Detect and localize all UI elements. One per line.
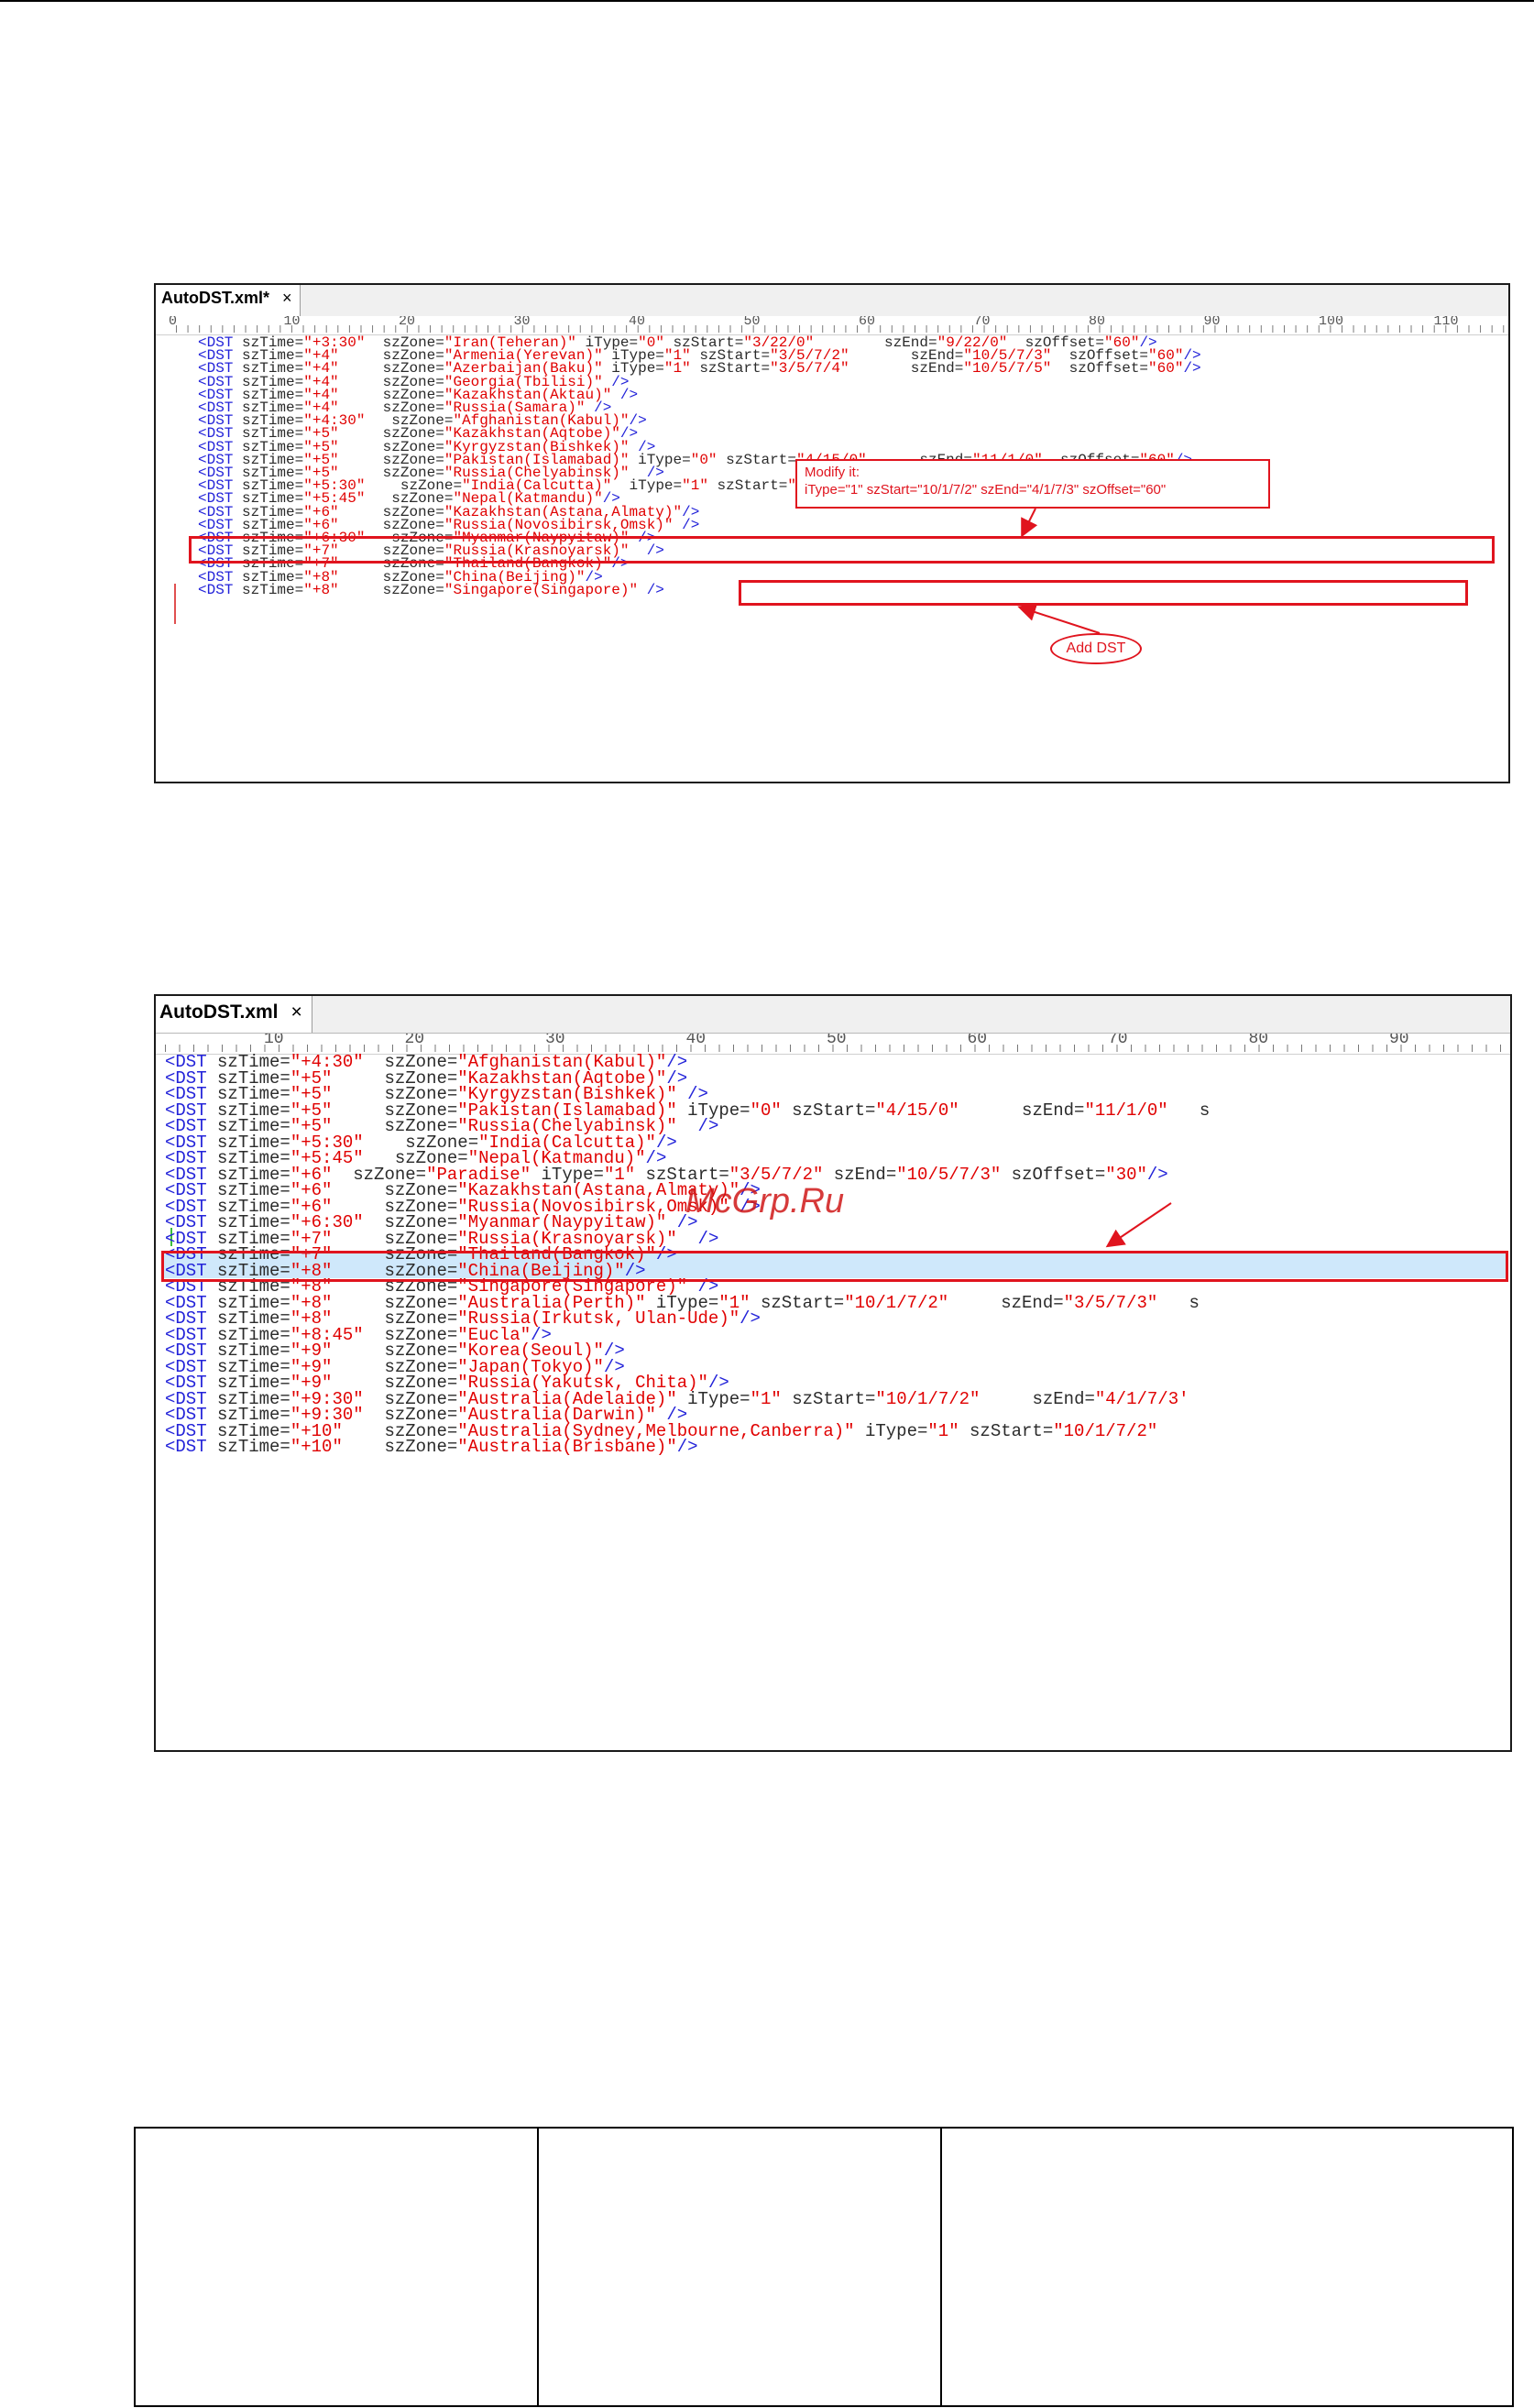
table-cell <box>539 2129 942 2405</box>
code-token: /> <box>638 581 664 598</box>
editor-screenshot-1: AutoDST.xml* × 0 10 20 30 40 50 60 70 80 90 100 110 … <box>154 283 1510 783</box>
india-dst-highlight-box <box>739 580 1468 606</box>
ruler-number: 70 <box>1108 1034 1128 1048</box>
page-top-rule <box>0 0 1534 2</box>
tab-bar: AutoDST.xml* × <box>156 285 1508 317</box>
code-token: iType= <box>676 1388 751 1409</box>
code-token: szOffset= <box>1001 1164 1106 1185</box>
ruler-number: 80 <box>1248 1034 1269 1048</box>
ruler-number: 80 <box>1089 316 1106 329</box>
code-token: "10/5/7/3" <box>896 1164 1002 1185</box>
callout-title: Modify it: <box>805 465 860 480</box>
tab-bar: AutoDST.xml × <box>156 996 1510 1034</box>
ruler-number: 30 <box>513 316 531 329</box>
callout-body: iType="1" szStart="10/1/7/2" szEnd="4/1/… <box>805 482 1167 498</box>
code-token: /> <box>676 1437 698 1457</box>
table-cell <box>136 2129 539 2405</box>
ruler-number: 110 <box>1433 316 1459 329</box>
ruler-number: 10 <box>283 316 301 329</box>
code-token: szEnd= <box>959 1100 1085 1121</box>
code-token: szStart= <box>959 1420 1054 1441</box>
code-token: "+8" <box>303 581 339 598</box>
code-token: "30" <box>1105 1164 1147 1185</box>
column-ruler: 0 10 20 30 40 50 60 70 80 90 100 110 <box>156 316 1508 335</box>
code-token: "1" <box>927 1420 959 1441</box>
code-token: /> <box>740 1308 761 1329</box>
tab-autodst-modified[interactable]: AutoDST.xml* × <box>156 285 301 316</box>
paradise-line-highlight-box <box>161 1251 1508 1282</box>
code-token: "1" <box>750 1388 782 1409</box>
code-token: s <box>1167 1100 1211 1121</box>
code-token: szStart= <box>781 1100 876 1121</box>
code-token: szStart= <box>781 1388 876 1409</box>
code-token: szEnd= <box>948 1292 1064 1313</box>
pakistan-line-highlight-box <box>189 536 1495 564</box>
code-token: szTime= <box>242 581 304 598</box>
code-token: szZone= <box>338 581 444 598</box>
code-token: iType= <box>854 1420 928 1441</box>
ruler-number: 30 <box>545 1034 565 1048</box>
modify-it-callout: Modify it: iType="1" szStart="10/1/7/2" … <box>795 459 1270 509</box>
code-token: <DST <box>165 1437 218 1457</box>
code-token: "10/1/7/2" <box>844 1292 949 1313</box>
code-line[interactable]: <DST szTime="+10" szZone="Australia(Bris… <box>165 1439 1510 1456</box>
close-icon[interactable]: × <box>282 289 292 307</box>
code-token: "+10" <box>290 1437 343 1457</box>
tab-title: AutoDST.xml* <box>161 289 270 307</box>
code-token: "4/15/0" <box>875 1100 959 1121</box>
watermark: McGrp.Ru <box>685 1182 845 1220</box>
code-token: "11/1/0" <box>1084 1100 1168 1121</box>
ruler-number: 70 <box>973 316 991 329</box>
ruler-number: 40 <box>685 1034 707 1048</box>
ruler-number: 20 <box>404 1034 425 1048</box>
tab-title: AutoDST.xml <box>159 1002 279 1023</box>
ruler-number: 60 <box>967 1034 988 1048</box>
code-token: s <box>1157 1292 1200 1313</box>
ruler-number: 0 <box>169 316 178 329</box>
code-token: szTime= <box>217 1437 290 1457</box>
code-token: "Singapore(Singapore)" <box>444 581 639 598</box>
code-token: "10/1/7/2" <box>1053 1420 1158 1441</box>
close-icon[interactable]: × <box>291 1002 302 1023</box>
add-dst-label: Add DST <box>1050 633 1142 664</box>
code-token: "3/5/7/3" <box>1063 1292 1158 1313</box>
ruler-number: 40 <box>629 316 646 329</box>
code-token: "4/1/7/3' <box>1094 1388 1189 1409</box>
ruler-number: 10 <box>264 1034 284 1048</box>
empty-table <box>134 2127 1514 2407</box>
ruler-number: 50 <box>827 1034 847 1048</box>
code-token: "Australia(Brisbane)" <box>457 1437 677 1457</box>
code-token: szZone= <box>342 1437 458 1457</box>
ruler-number: 60 <box>859 316 876 329</box>
code-area[interactable]: <DST szTime="+4:30" szZone="Afghanistan(… <box>156 1054 1510 1750</box>
ruler-number: 90 <box>1203 316 1221 329</box>
code-token: "10/1/7/2" <box>875 1388 981 1409</box>
code-token: szStart= <box>750 1292 845 1313</box>
code-token: szEnd= <box>980 1388 1095 1409</box>
editor-screenshot-2: AutoDST.xml × 10 20 30 40 50 60 70 80 90 <DST szT… <box>154 994 1512 1752</box>
code-token: <DST <box>198 581 243 598</box>
ruler-number: 20 <box>399 316 416 329</box>
ruler-number: 100 <box>1319 316 1344 329</box>
code-token: "0" <box>750 1100 782 1121</box>
tab-autodst[interactable]: AutoDST.xml × <box>156 996 312 1033</box>
ruler-number: 90 <box>1389 1034 1409 1048</box>
code-token: /> <box>676 1116 719 1136</box>
table-cell <box>942 2129 1512 2405</box>
code-token: /> <box>1146 1164 1168 1185</box>
ruler-number: 50 <box>743 316 761 329</box>
code-token: /> <box>676 1228 719 1249</box>
